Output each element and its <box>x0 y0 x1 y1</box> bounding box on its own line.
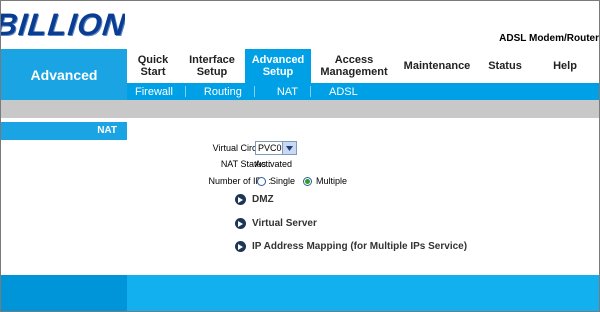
virtual-server-label: Virtual Server <box>252 218 317 229</box>
dmz-label: DMZ <box>252 194 274 205</box>
billion-logo: BILLION <box>1 5 125 45</box>
subtab-nat[interactable]: NAT <box>255 86 298 98</box>
tab-status[interactable]: Status <box>477 49 533 83</box>
footer-right <box>127 275 599 311</box>
tab-label: Help <box>553 60 577 72</box>
dmz-link[interactable]: DMZ <box>235 194 274 205</box>
tab-label: Advanced Setup <box>251 54 305 78</box>
multiple-radio[interactable] <box>303 176 313 186</box>
radio-selected-dot <box>305 178 311 184</box>
tab-access-management[interactable]: Access Management <box>311 49 397 83</box>
left-nav: NAT <box>1 118 127 275</box>
tab-label: Quick Start <box>137 54 169 78</box>
tab-label: Maintenance <box>403 60 471 72</box>
subtab-adsl[interactable]: ADSL <box>311 86 358 98</box>
tab-advanced-setup[interactable]: Advanced Setup <box>245 49 311 83</box>
tab-maintenance[interactable]: Maintenance <box>397 49 477 83</box>
multiple-radio-label: Multiple <box>316 176 348 186</box>
ip-mapping-label: IP Address Mapping (for Multiple IPs Ser… <box>252 241 468 252</box>
chevron-down-icon <box>282 142 296 154</box>
footer-left <box>1 275 127 311</box>
virtual-circuit-select[interactable]: PVC0 <box>255 141 297 155</box>
tab-label: Status <box>488 60 522 72</box>
tab-quick-start[interactable]: Quick Start <box>127 49 179 83</box>
tab-label: Access Management <box>320 54 388 78</box>
subtab-firewall[interactable]: Firewall <box>127 86 173 98</box>
nat-content: Virtual Circuit : PVC0 NAT Status : Acti… <box>127 118 599 275</box>
main-tabs: Quick Start Interface Setup Advanced Set… <box>127 49 599 83</box>
single-radio[interactable] <box>257 176 266 186</box>
subtab-routing[interactable]: Routing <box>186 86 242 98</box>
tab-label: Interface Setup <box>189 54 235 78</box>
tab-help[interactable]: Help <box>533 49 597 83</box>
tab-interface-setup[interactable]: Interface Setup <box>179 49 245 83</box>
gray-band <box>1 100 599 118</box>
arrow-right-icon <box>235 241 246 252</box>
product-name: ADSL Modem/Router <box>499 33 599 44</box>
virtual-circuit-value: PVC0 <box>258 143 282 153</box>
sub-tabs: Firewall Routing NAT ADSL <box>127 83 599 100</box>
logo-text: BILLION <box>1 7 125 42</box>
arrow-right-icon <box>235 218 246 229</box>
single-radio-label: Single <box>270 176 296 186</box>
router-admin-page: BILLION ADSL Modem/Router Advanced Quick… <box>0 0 600 312</box>
arrow-right-icon <box>235 194 246 205</box>
left-nav-nat[interactable]: NAT <box>1 122 127 140</box>
virtual-server-link[interactable]: Virtual Server <box>235 218 317 229</box>
nat-status-value: Activated <box>255 159 293 169</box>
ip-mapping-link[interactable]: IP Address Mapping (for Multiple IPs Ser… <box>235 241 467 252</box>
section-title: Advanced <box>1 49 127 100</box>
